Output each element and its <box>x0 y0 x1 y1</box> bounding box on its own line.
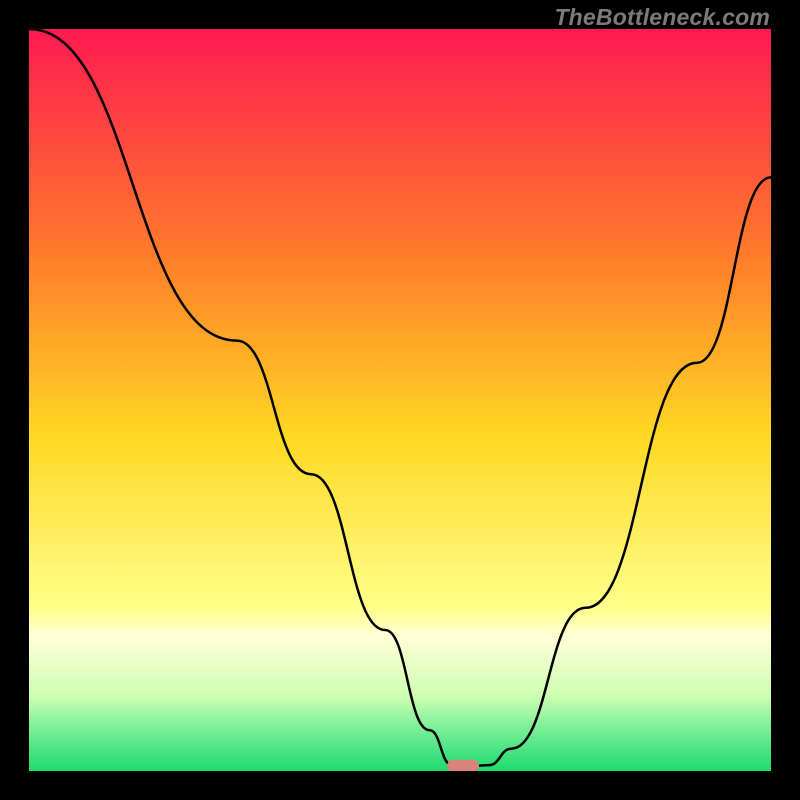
chart-svg <box>29 29 771 771</box>
chart-container: TheBottleneck.com <box>0 0 800 800</box>
optimum-marker <box>447 760 479 771</box>
plot-area <box>29 29 771 771</box>
gradient-background <box>29 29 771 771</box>
watermark-text: TheBottleneck.com <box>554 4 770 31</box>
